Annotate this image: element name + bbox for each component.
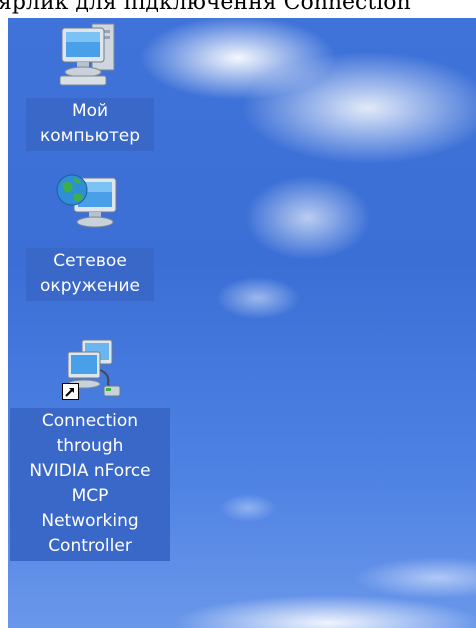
caption-text: ярлик для підключення Connection xyxy=(0,0,411,15)
shortcut-arrow-icon xyxy=(62,383,79,400)
network-connection-icon xyxy=(52,330,128,406)
network-globe-icon xyxy=(52,168,128,244)
label-line: NVIDIA nForce xyxy=(29,461,151,481)
label-line: Networking xyxy=(41,511,139,531)
label-line: through xyxy=(56,436,124,456)
label-line: окружение xyxy=(40,276,140,296)
desktop[interactable]: Мой компьютер Сетевое окружение Connecti… xyxy=(8,18,476,628)
desktop-icon-label: Сетевое окружение xyxy=(26,248,154,301)
computer-icon xyxy=(52,18,128,94)
desktop-icon-my-computer[interactable]: Мой компьютер xyxy=(26,18,154,151)
label-line: Controller xyxy=(48,536,132,556)
label-line: Мой xyxy=(71,101,109,121)
desktop-icon-network[interactable]: Сетевое окружение xyxy=(26,168,154,301)
label-line: компьютер xyxy=(39,126,141,146)
label-line: Connection xyxy=(41,411,139,431)
desktop-icon-label: Мой компьютер xyxy=(26,98,154,151)
label-line: MCP xyxy=(71,486,109,506)
caption-strip: ярлик для підключення Connection xyxy=(0,0,476,18)
desktop-icon-connection-shortcut[interactable]: Connection through NVIDIA nForce MCP Net… xyxy=(10,330,170,561)
label-line: Сетевое xyxy=(53,251,127,271)
desktop-icon-label: Connection through NVIDIA nForce MCP Net… xyxy=(10,408,170,561)
